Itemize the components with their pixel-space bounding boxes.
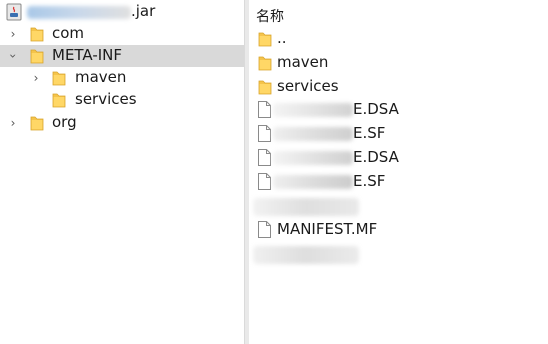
tree-item-label: org xyxy=(52,113,77,131)
tree-item-label: maven xyxy=(75,68,127,86)
redacted-filename xyxy=(273,127,353,141)
file-icon xyxy=(258,149,271,166)
list-item-label: maven xyxy=(277,53,329,71)
file-list-pane: 名称 .. maven services E.DSA E.SF E.DSA E.… xyxy=(249,0,548,344)
tree-item-label: META-INF xyxy=(52,46,123,64)
list-item-file[interactable]: E.DSA xyxy=(249,99,548,121)
list-item-manifest[interactable]: MANIFEST.MF xyxy=(249,219,548,241)
list-item-file[interactable]: E.SF xyxy=(249,123,548,145)
folder-icon xyxy=(258,79,272,95)
folder-icon xyxy=(52,70,66,86)
tree-item-org[interactable]: › org xyxy=(0,112,244,134)
tree-item-label: .jar xyxy=(131,2,156,20)
list-item-services[interactable]: services xyxy=(249,76,548,98)
file-icon xyxy=(258,125,271,142)
list-item-label: E.SF xyxy=(353,124,386,142)
list-item-label: E.DSA xyxy=(353,148,399,166)
tree-item-maven[interactable]: › maven xyxy=(0,67,244,89)
tree-item-label: services xyxy=(75,90,137,108)
list-item-file[interactable] xyxy=(249,195,548,217)
list-item-file[interactable] xyxy=(249,243,548,265)
redacted-jar-name xyxy=(27,6,131,19)
java-archive-icon xyxy=(6,3,22,21)
tree-item-com[interactable]: › com xyxy=(0,23,244,45)
folder-icon xyxy=(258,55,272,71)
list-item-parent[interactable]: .. xyxy=(249,28,548,50)
redacted-filename xyxy=(253,198,359,216)
redacted-filename xyxy=(273,175,353,189)
tree-item-label: com xyxy=(52,24,85,42)
tree-item-root-jar[interactable]: .jar xyxy=(0,1,244,23)
list-item-label: services xyxy=(277,77,339,95)
list-item-label: E.DSA xyxy=(353,100,399,118)
tree-item-meta-inf[interactable]: › META-INF xyxy=(0,45,244,67)
folder-icon xyxy=(30,48,44,64)
list-item-label: .. xyxy=(277,29,287,47)
chevron-right-icon[interactable]: › xyxy=(29,71,43,85)
list-item-maven[interactable]: maven xyxy=(249,52,548,74)
tree-item-services[interactable]: services xyxy=(0,89,244,111)
chevron-down-icon[interactable]: › xyxy=(6,49,20,63)
redacted-filename xyxy=(253,246,359,264)
file-icon xyxy=(258,101,271,118)
chevron-right-icon[interactable]: › xyxy=(6,27,20,41)
redacted-filename xyxy=(273,151,353,165)
folder-icon xyxy=(258,31,272,47)
folder-icon xyxy=(30,26,44,42)
list-item-label: E.SF xyxy=(353,172,386,190)
chevron-right-icon[interactable]: › xyxy=(6,116,20,130)
tree-pane: .jar › com › META-INF › maven services ›… xyxy=(0,0,244,344)
file-icon xyxy=(258,221,271,238)
folder-icon xyxy=(30,115,44,131)
folder-icon xyxy=(52,92,66,108)
list-item-file[interactable]: E.DSA xyxy=(249,147,548,169)
redacted-filename xyxy=(273,103,353,117)
list-item-label: MANIFEST.MF xyxy=(277,220,378,238)
list-item-file[interactable]: E.SF xyxy=(249,171,548,193)
file-icon xyxy=(258,173,271,190)
column-header-name[interactable]: 名称 xyxy=(256,6,284,26)
